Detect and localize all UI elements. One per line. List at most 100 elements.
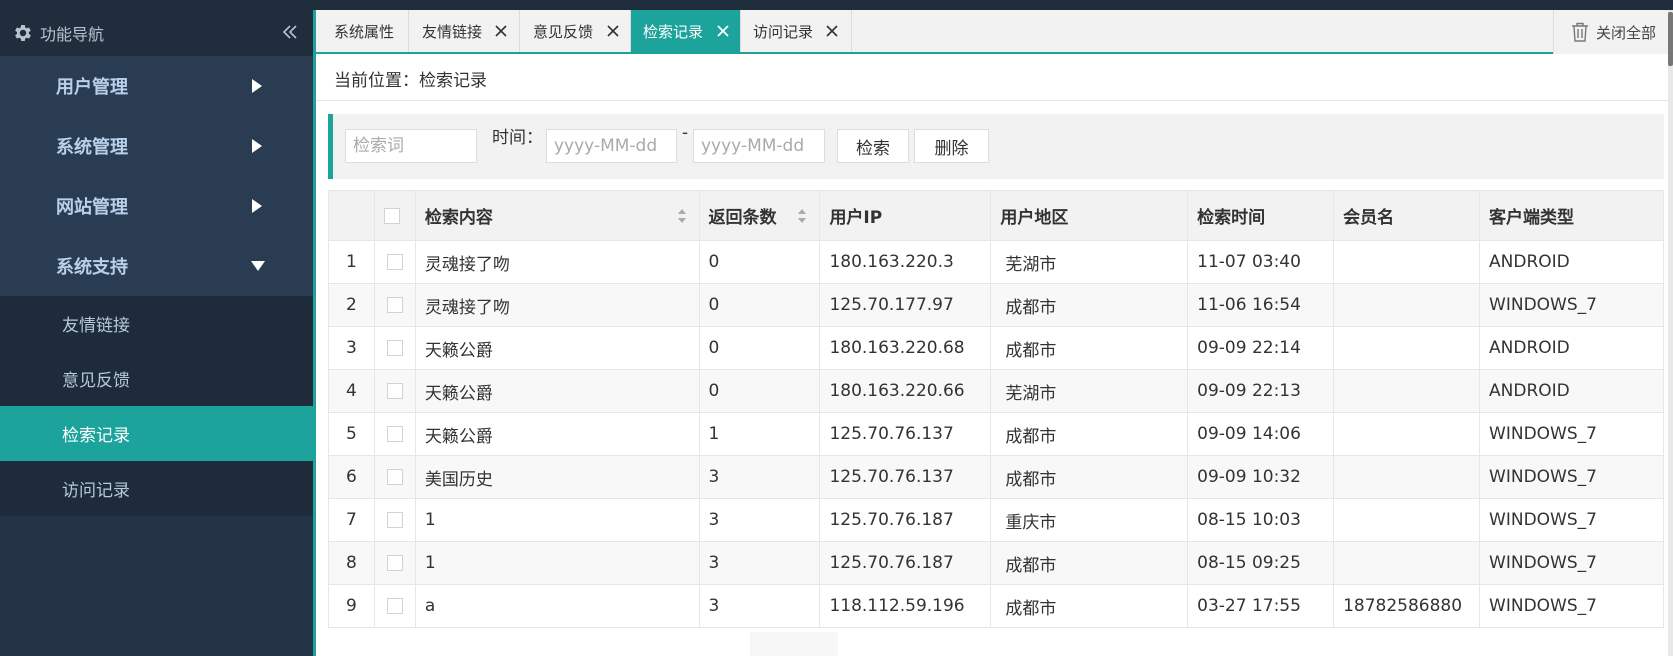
table-row: 2 灵魂接了吻 0 125.70.177.97 成都市 11-06 16:54 … xyxy=(328,283,1664,327)
row-select xyxy=(373,541,416,585)
row-select xyxy=(373,412,416,456)
scrollbar-thumb[interactable] xyxy=(1668,12,1673,66)
header-label: 检索内容 xyxy=(424,208,493,228)
cell-member xyxy=(1333,455,1481,499)
divider xyxy=(316,100,1668,101)
cell-time: 03-27 17:55 xyxy=(1187,584,1335,628)
row-index: 2 xyxy=(328,283,375,327)
sidebar-item-links[interactable]: 友情链接 xyxy=(0,296,313,351)
row-checkbox[interactable] xyxy=(386,426,403,442)
sort-icon[interactable] xyxy=(677,208,687,224)
search-bar: 时间： - 检索 删除 xyxy=(328,114,1664,179)
row-select xyxy=(373,498,416,542)
close-all-button[interactable]: 关闭全部 xyxy=(1553,10,1668,54)
cell-content: 天籁公爵 xyxy=(414,369,700,413)
cell-count: 0 xyxy=(698,240,821,284)
end-date-input[interactable] xyxy=(693,129,825,163)
row-select xyxy=(373,283,416,327)
tab-links[interactable]: 友情链接 xyxy=(409,10,520,52)
tab-label: 友情链接 xyxy=(422,22,483,41)
cell-client: WINDOWS_7 xyxy=(1479,541,1664,585)
row-checkbox[interactable] xyxy=(386,512,403,528)
cell-ip: 180.163.220.3 xyxy=(819,240,992,284)
cell-ip: 180.163.220.66 xyxy=(819,369,992,413)
cell-region: 成都市 xyxy=(990,541,1189,585)
time-label: 时间： xyxy=(492,128,543,148)
tab-label: 访问记录 xyxy=(753,22,814,41)
menu-group-website[interactable]: 网站管理 xyxy=(0,176,313,236)
cell-member xyxy=(1333,498,1481,542)
menu-group-user[interactable]: 用户管理 xyxy=(0,56,313,116)
row-checkbox[interactable] xyxy=(386,555,403,571)
close-icon[interactable] xyxy=(716,24,730,38)
sidebar-divider xyxy=(313,10,316,656)
double-chevron-left-icon[interactable] xyxy=(280,22,300,42)
cell-time: 09-09 22:14 xyxy=(1187,326,1335,370)
tab-system-props[interactable]: 系统属性 xyxy=(316,10,409,52)
sidebar-item-label: 检索记录 xyxy=(62,426,130,446)
tab-label: 检索记录 xyxy=(643,22,704,41)
cell-client: WINDOWS_7 xyxy=(1479,498,1664,542)
table-row: 3 天籁公爵 0 180.163.220.68 成都市 09-09 22:14 … xyxy=(328,326,1664,370)
submenu-support: 友情链接 意见反馈 检索记录 访问记录 xyxy=(0,296,313,516)
menu-group-label: 用户管理 xyxy=(56,77,128,98)
header-label: 返回条数 xyxy=(708,208,777,228)
row-checkbox[interactable] xyxy=(386,598,403,614)
caret-right-icon xyxy=(252,139,262,153)
tab-search-log[interactable]: 检索记录 xyxy=(631,10,741,52)
cell-content: 灵魂接了吻 xyxy=(414,283,700,327)
cell-content: 1 xyxy=(414,541,700,585)
tab-feedback[interactable]: 意见反馈 xyxy=(520,10,631,52)
close-icon[interactable] xyxy=(606,24,620,38)
select-all-checkbox[interactable] xyxy=(383,207,400,224)
delete-button[interactable]: 删除 xyxy=(914,129,989,163)
start-date-input[interactable] xyxy=(546,129,677,163)
sort-icon[interactable] xyxy=(797,208,807,224)
cell-ip: 180.163.220.68 xyxy=(819,326,992,370)
row-checkbox[interactable] xyxy=(386,469,403,485)
menu-group-system[interactable]: 系统管理 xyxy=(0,116,313,176)
table-row: 5 天籁公爵 1 125.70.76.137 成都市 09-09 14:06 W… xyxy=(328,412,1664,456)
table-row: 9 a 3 118.112.59.196 成都市 03-27 17:55 187… xyxy=(328,584,1664,628)
row-checkbox[interactable] xyxy=(386,340,403,356)
row-index: 6 xyxy=(328,455,375,499)
cell-count: 3 xyxy=(698,584,821,628)
sidebar-item-visit-log[interactable]: 访问记录 xyxy=(0,461,313,516)
cell-content: 灵魂接了吻 xyxy=(414,240,700,284)
cell-region: 成都市 xyxy=(990,283,1189,327)
bottom-shadow xyxy=(750,632,838,656)
menu-group-support[interactable]: 系统支持 xyxy=(0,236,313,296)
close-icon[interactable] xyxy=(825,24,839,38)
cell-time: 09-09 22:13 xyxy=(1187,369,1335,413)
header-count[interactable]: 返回条数 xyxy=(698,190,821,241)
cell-ip: 118.112.59.196 xyxy=(819,584,992,628)
header-ip: 用户IP xyxy=(819,190,992,241)
search-button[interactable]: 检索 xyxy=(837,129,909,163)
sidebar-header: 功能导航 xyxy=(0,10,313,56)
row-checkbox[interactable] xyxy=(386,297,403,313)
row-checkbox[interactable] xyxy=(386,254,403,270)
header-time: 检索时间 xyxy=(1187,190,1335,241)
header-content[interactable]: 检索内容 xyxy=(414,190,700,241)
cell-member: 18782586880 xyxy=(1333,584,1481,628)
sidebar-item-search-log[interactable]: 检索记录 xyxy=(0,406,313,461)
cell-content: a xyxy=(414,584,700,628)
range-separator: - xyxy=(682,123,689,143)
sidebar-item-label: 友情链接 xyxy=(62,316,130,336)
close-icon[interactable] xyxy=(494,24,508,38)
row-checkbox[interactable] xyxy=(386,383,403,399)
gear-icon xyxy=(15,25,31,41)
cell-count: 0 xyxy=(698,326,821,370)
tab-bar: 系统属性 友情链接 意见反馈 检索记录 访问记录 xyxy=(316,10,1668,54)
scrollbar-track[interactable] xyxy=(1668,10,1673,656)
tab-visit-log[interactable]: 访问记录 xyxy=(741,10,852,52)
tab-label: 系统属性 xyxy=(334,22,395,41)
sidebar-item-feedback[interactable]: 意见反馈 xyxy=(0,351,313,406)
cell-region: 重庆市 xyxy=(990,498,1189,542)
cell-client: ANDROID xyxy=(1479,326,1664,370)
keyword-input[interactable] xyxy=(345,129,477,163)
cell-count: 0 xyxy=(698,369,821,413)
cell-count: 1 xyxy=(698,412,821,456)
cell-member xyxy=(1333,541,1481,585)
cell-member xyxy=(1333,326,1481,370)
